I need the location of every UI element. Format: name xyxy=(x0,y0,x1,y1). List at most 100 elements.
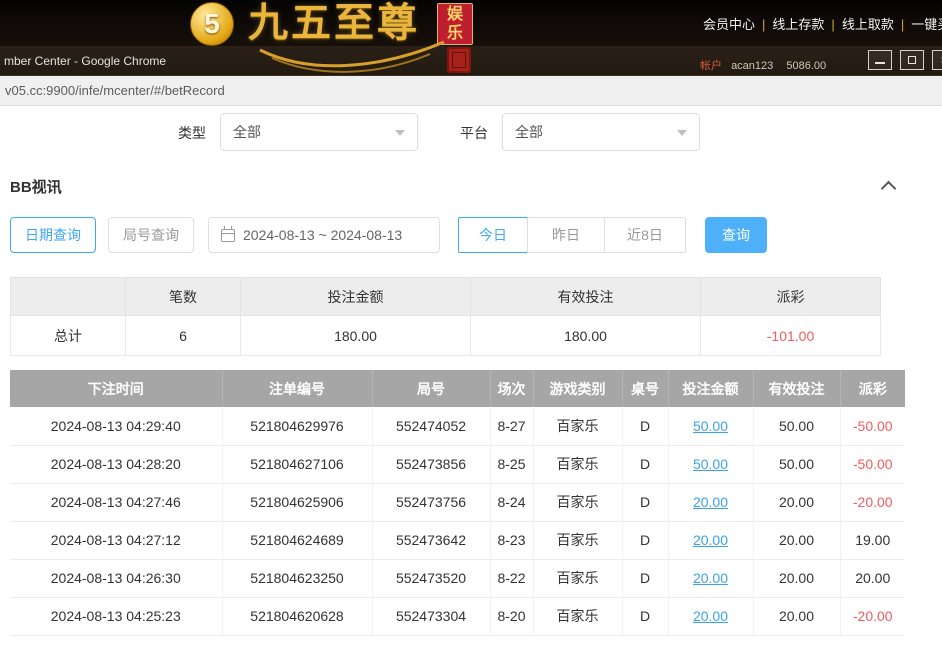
nav-separator: | xyxy=(901,17,904,32)
platform-filter-label: 平台 xyxy=(460,123,488,143)
user-balance: 5086.00 xyxy=(786,60,826,72)
nav-online-deposit[interactable]: 线上存款 xyxy=(772,17,824,32)
summary-count: 6 xyxy=(126,316,241,356)
cell-valid-bet: 20.00 xyxy=(753,559,840,597)
table-row: 2024-08-13 04:25:23 521804620628 5524733… xyxy=(10,597,905,635)
cell-bet-time: 2024-08-13 04:28:20 xyxy=(10,445,222,483)
nav-separator: | xyxy=(831,17,834,32)
cell-table-number: D xyxy=(622,483,668,521)
table-row: 2024-08-13 04:27:12 521804624689 5524736… xyxy=(10,521,905,559)
nav-one-key[interactable]: 一键买分 xyxy=(911,17,942,32)
col-header-valid-bet: 有效投注 xyxy=(753,370,840,407)
cell-table-number: D xyxy=(622,521,668,559)
summary-col-payout: 派彩 xyxy=(701,278,881,316)
cell-game-type: 百家乐 xyxy=(533,407,622,445)
table-row: 2024-08-13 04:28:20 521804627106 5524738… xyxy=(10,445,905,483)
col-header-round-number: 局号 xyxy=(372,370,490,407)
cell-game-type: 百家乐 xyxy=(533,521,622,559)
cell-bet-amount: 20.00 xyxy=(668,483,753,521)
cell-session: 8-25 xyxy=(490,445,533,483)
cell-table-number: D xyxy=(622,445,668,483)
col-header-table-number: 桌号 xyxy=(622,370,668,407)
cell-table-number: D xyxy=(622,597,668,635)
user-name: acan123 xyxy=(731,60,773,72)
bet-amount-link[interactable]: 20.00 xyxy=(693,570,728,586)
cell-bet-time: 2024-08-13 04:27:46 xyxy=(10,483,222,521)
cell-payout: -50.00 xyxy=(840,407,905,445)
bet-amount-link[interactable]: 20.00 xyxy=(693,608,728,624)
cell-payout: -20.00 xyxy=(840,597,905,635)
cell-bet-amount: 20.00 xyxy=(668,521,753,559)
top-nav: 会员中心|线上存款|线上取款|一键买分 xyxy=(703,14,942,33)
cell-valid-bet: 20.00 xyxy=(753,521,840,559)
date-range-value: 2024-08-13 ~ 2024-08-13 xyxy=(243,227,402,243)
cell-bet-time: 2024-08-13 04:29:40 xyxy=(10,407,222,445)
round-query-button[interactable]: 局号查询 xyxy=(108,217,194,253)
cell-bet-time: 2024-08-13 04:27:12 xyxy=(10,521,222,559)
window-title: mber Center - Google Chrome xyxy=(4,54,166,68)
chevron-down-icon xyxy=(677,130,687,136)
cell-bet-amount: 20.00 xyxy=(668,559,753,597)
address-bar: v05.cc:9900/infe/mcenter/#/betRecord xyxy=(0,76,942,106)
cell-valid-bet: 50.00 xyxy=(753,407,840,445)
type-select[interactable]: 全部 xyxy=(220,113,418,151)
cell-game-type: 百家乐 xyxy=(533,597,622,635)
summary-col-bet-amount: 投注金额 xyxy=(241,278,471,316)
url-text[interactable]: v05.cc:9900/infe/mcenter/#/betRecord xyxy=(5,83,225,98)
cell-valid-bet: 20.00 xyxy=(753,483,840,521)
bet-amount-link[interactable]: 20.00 xyxy=(693,494,728,510)
cell-round-number: 552473856 xyxy=(372,445,490,483)
cell-order-number: 521804623250 xyxy=(222,559,372,597)
today-button[interactable]: 今日 xyxy=(458,217,528,253)
bet-amount-link[interactable]: 50.00 xyxy=(693,456,728,472)
platform-select[interactable]: 全部 xyxy=(502,113,700,151)
cell-payout: -50.00 xyxy=(840,445,905,483)
cell-valid-bet: 50.00 xyxy=(753,445,840,483)
cell-session: 8-20 xyxy=(490,597,533,635)
close-button[interactable]: × xyxy=(932,50,942,70)
search-button[interactable]: 查询 xyxy=(705,217,767,253)
nav-member-center[interactable]: 会员中心 xyxy=(703,17,755,32)
nav-online-withdraw[interactable]: 线上取款 xyxy=(842,17,894,32)
type-filter-label: 类型 xyxy=(178,123,206,143)
collapse-chevron-up-icon[interactable] xyxy=(881,181,897,197)
minimize-button[interactable] xyxy=(868,50,892,70)
bet-amount-link[interactable]: 20.00 xyxy=(693,532,728,548)
calendar-icon xyxy=(221,229,235,242)
cell-session: 8-27 xyxy=(490,407,533,445)
summary-col-blank xyxy=(11,278,126,316)
maximize-button[interactable] xyxy=(900,50,924,70)
minimize-icon xyxy=(875,62,885,64)
user-info: 帐户 acan123 5086.00 xyxy=(700,57,826,73)
col-header-session: 场次 xyxy=(490,370,533,407)
seal-stamp-icon xyxy=(447,47,471,73)
chevron-down-icon xyxy=(395,130,405,136)
col-header-payout: 派彩 xyxy=(840,370,905,407)
cell-valid-bet: 20.00 xyxy=(753,597,840,635)
cell-order-number: 521804629976 xyxy=(222,407,372,445)
logo-coin-icon: 5 xyxy=(190,2,234,46)
cell-game-type: 百家乐 xyxy=(533,483,622,521)
cell-bet-amount: 50.00 xyxy=(668,407,753,445)
col-header-game-type: 游戏类别 xyxy=(533,370,622,407)
cell-round-number: 552473304 xyxy=(372,597,490,635)
cell-bet-amount: 20.00 xyxy=(668,597,753,635)
platform-select-value: 全部 xyxy=(515,122,543,142)
summary-total-label: 总计 xyxy=(11,316,126,356)
detail-header-row: 下注时间 注单编号 局号 场次 游戏类别 桌号 投注金额 有效投注 派彩 xyxy=(10,370,905,407)
date-range-input[interactable]: 2024-08-13 ~ 2024-08-13 xyxy=(208,217,440,253)
summary-col-valid-bet: 有效投注 xyxy=(471,278,701,316)
cell-round-number: 552473642 xyxy=(372,521,490,559)
last-8-days-button[interactable]: 近8日 xyxy=(604,217,686,253)
cell-table-number: D xyxy=(622,559,668,597)
bet-amount-link[interactable]: 50.00 xyxy=(693,418,728,434)
cell-payout: 20.00 xyxy=(840,559,905,597)
user-label: 帐户 xyxy=(700,60,722,72)
summary-table: 笔数 投注金额 有效投注 派彩 总计 6 180.00 180.00 -101.… xyxy=(10,277,881,356)
cell-order-number: 521804620628 xyxy=(222,597,372,635)
section-title: BB视讯 xyxy=(10,176,62,197)
cell-payout: 19.00 xyxy=(840,521,905,559)
date-query-button[interactable]: 日期查询 xyxy=(10,217,96,253)
table-row: 2024-08-13 04:26:30 521804623250 5524735… xyxy=(10,559,905,597)
yesterday-button[interactable]: 昨日 xyxy=(527,217,605,253)
